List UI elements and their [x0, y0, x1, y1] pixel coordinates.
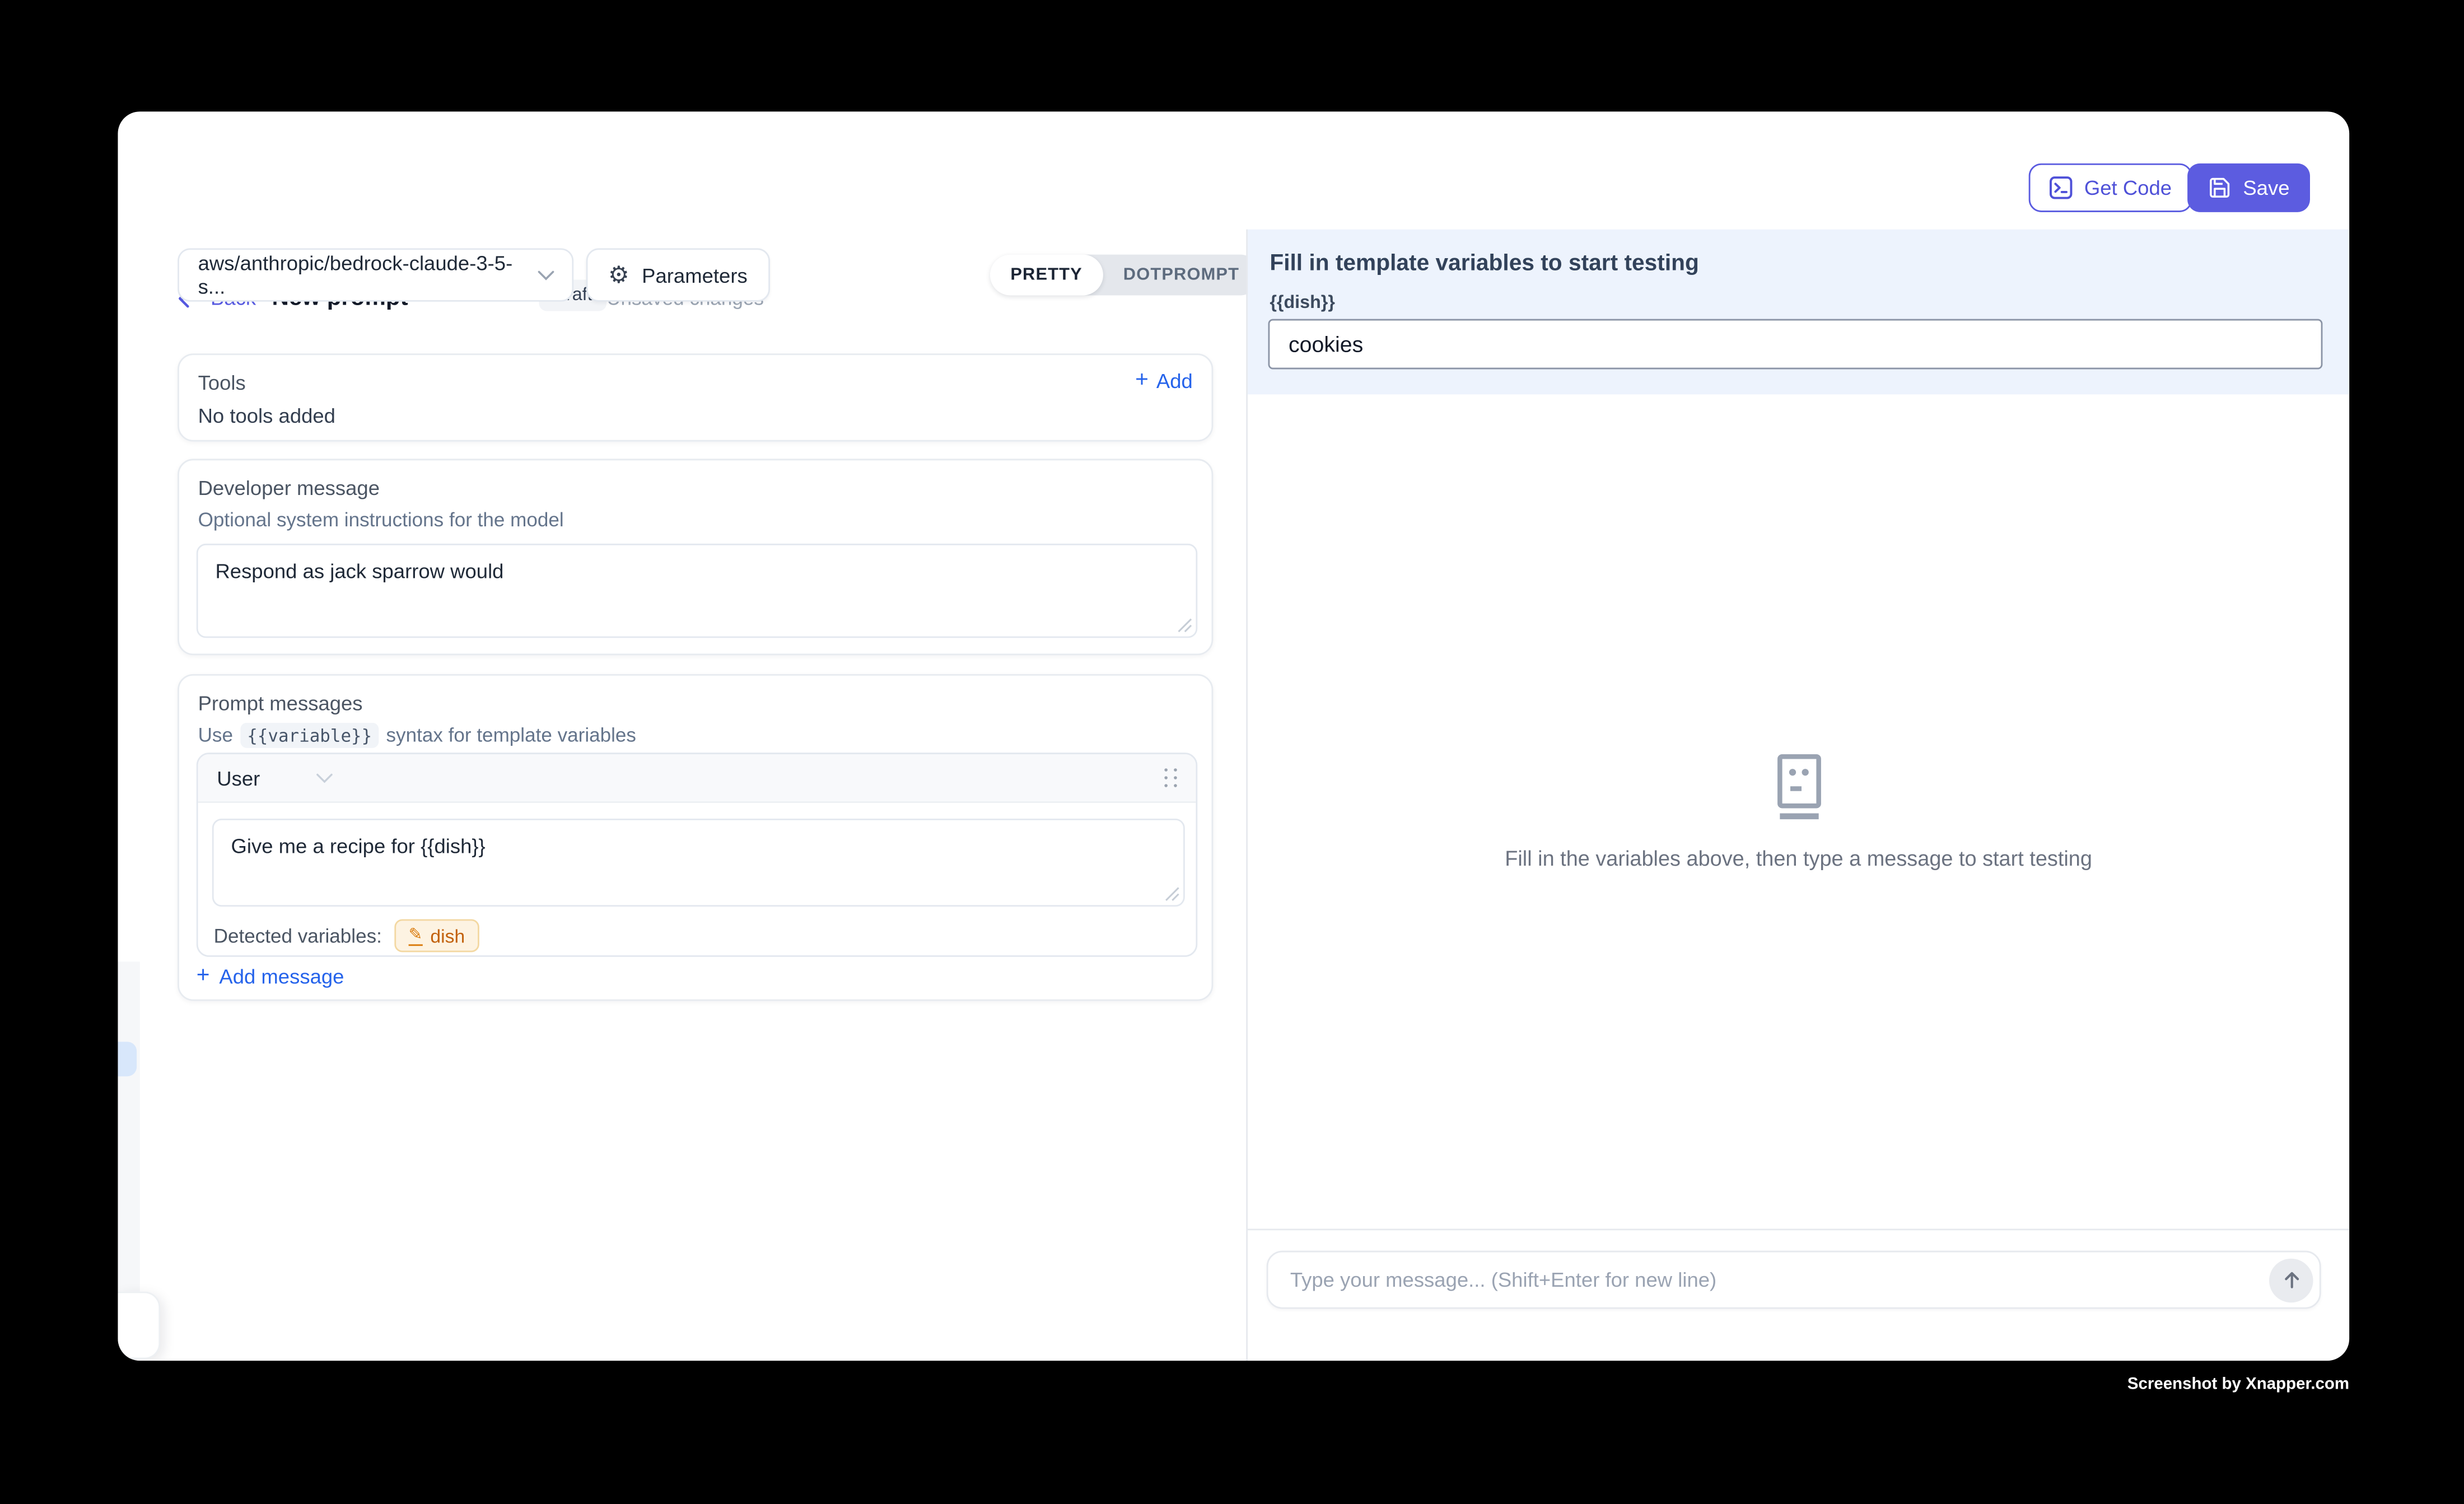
- developer-message-card: Developer message Optional system instru…: [178, 459, 1213, 655]
- add-message-button[interactable]: + Add message: [197, 965, 344, 988]
- hint-suffix: syntax for template variables: [386, 725, 636, 746]
- variable-chip-dish[interactable]: ✎ dish: [394, 919, 479, 952]
- watermark-text: Screenshot by Xnapper.com: [2127, 1375, 2349, 1394]
- popover-stub: [118, 1292, 160, 1360]
- parameters-button[interactable]: ⚙ Parameters: [586, 248, 769, 301]
- variable-chip-label: dish: [430, 924, 465, 946]
- add-message-label: Add message: [219, 965, 344, 988]
- prompt-messages-card: Prompt messages Use {{variable}} syntax …: [178, 674, 1213, 1001]
- chevron-down-icon: [538, 269, 555, 281]
- get-code-button[interactable]: Get Code: [2029, 164, 2192, 212]
- message-header: User: [198, 754, 1196, 803]
- dish-variable-label: {{dish}}: [1270, 294, 1335, 313]
- chat-input-divider: [1248, 1229, 2349, 1230]
- user-message-input[interactable]: Give me a recipe for {{dish}}: [212, 819, 1185, 907]
- chat-input-row: [1267, 1251, 2321, 1309]
- chevron-down-icon[interactable]: [316, 772, 334, 783]
- save-icon: [2209, 176, 2232, 199]
- role-select-value[interactable]: User: [217, 766, 260, 790]
- tools-empty-text: No tools added: [198, 404, 335, 427]
- model-selector[interactable]: aws/anthropic/bedrock-claude-3-5-s...: [178, 248, 573, 301]
- send-button[interactable]: [2269, 1258, 2313, 1302]
- drag-handle-icon[interactable]: [1164, 768, 1177, 787]
- get-code-label: Get Code: [2084, 176, 2172, 199]
- chat-message-input[interactable]: [1267, 1251, 2321, 1309]
- tools-card: Tools + Add No tools added: [178, 353, 1213, 441]
- save-button[interactable]: Save: [2188, 164, 2310, 212]
- collapsed-sidebar-strip: [118, 961, 139, 1291]
- empty-state-text: Fill in the variables above, then type a…: [1505, 847, 2092, 870]
- developer-message-title: Developer message: [198, 476, 380, 499]
- plus-icon: +: [1135, 370, 1149, 393]
- parameters-label: Parameters: [642, 263, 748, 287]
- template-variables-title: Fill in template variables to start test…: [1270, 251, 1699, 277]
- chat-empty-state: Fill in the variables above, then type a…: [1248, 753, 2349, 870]
- gear-icon: ⚙: [608, 263, 629, 287]
- prompt-messages-title: Prompt messages: [198, 692, 363, 715]
- screenshot-stage: Back New prompt Draft Unsaved changes Ge…: [0, 0, 2464, 1503]
- tools-title: Tools: [198, 371, 246, 394]
- hint-prefix: Use: [198, 725, 233, 746]
- variable-syntax-hint: Use {{variable}} syntax for template var…: [198, 723, 636, 748]
- message-block: User Give me a recipe for {{dish}}: [197, 753, 1197, 957]
- add-tool-button[interactable]: + Add: [1135, 369, 1193, 393]
- developer-message-input[interactable]: Respond as jack sparrow would: [197, 544, 1197, 638]
- plus-icon: +: [197, 965, 210, 988]
- sidebar-active-indicator: [118, 1041, 137, 1076]
- robot-face-icon: [1768, 753, 1828, 821]
- template-variables-panel: Fill in template variables to start test…: [1248, 230, 2349, 395]
- pencil-icon: ✎: [409, 926, 423, 946]
- toggle-dotprompt[interactable]: DOTPROMPT: [1103, 255, 1259, 296]
- save-label: Save: [2243, 176, 2289, 199]
- dish-variable-input[interactable]: [1268, 319, 2323, 370]
- view-mode-toggle: PRETTY DOTPROMPT: [990, 255, 1260, 296]
- model-selector-value: aws/anthropic/bedrock-claude-3-5-s...: [198, 251, 538, 298]
- toggle-pretty[interactable]: PRETTY: [990, 255, 1103, 296]
- arrow-up-icon: [2281, 1269, 2301, 1290]
- detected-variables-label: Detected variables:: [214, 924, 382, 946]
- developer-message-subtitle: Optional system instructions for the mod…: [198, 509, 564, 531]
- detected-variables-row: Detected variables: ✎ dish: [214, 919, 479, 952]
- terminal-icon: [2050, 176, 2073, 199]
- app-window: Back New prompt Draft Unsaved changes Ge…: [118, 111, 2349, 1361]
- add-tool-label: Add: [1156, 369, 1193, 393]
- hint-variable-code: {{variable}}: [241, 723, 378, 748]
